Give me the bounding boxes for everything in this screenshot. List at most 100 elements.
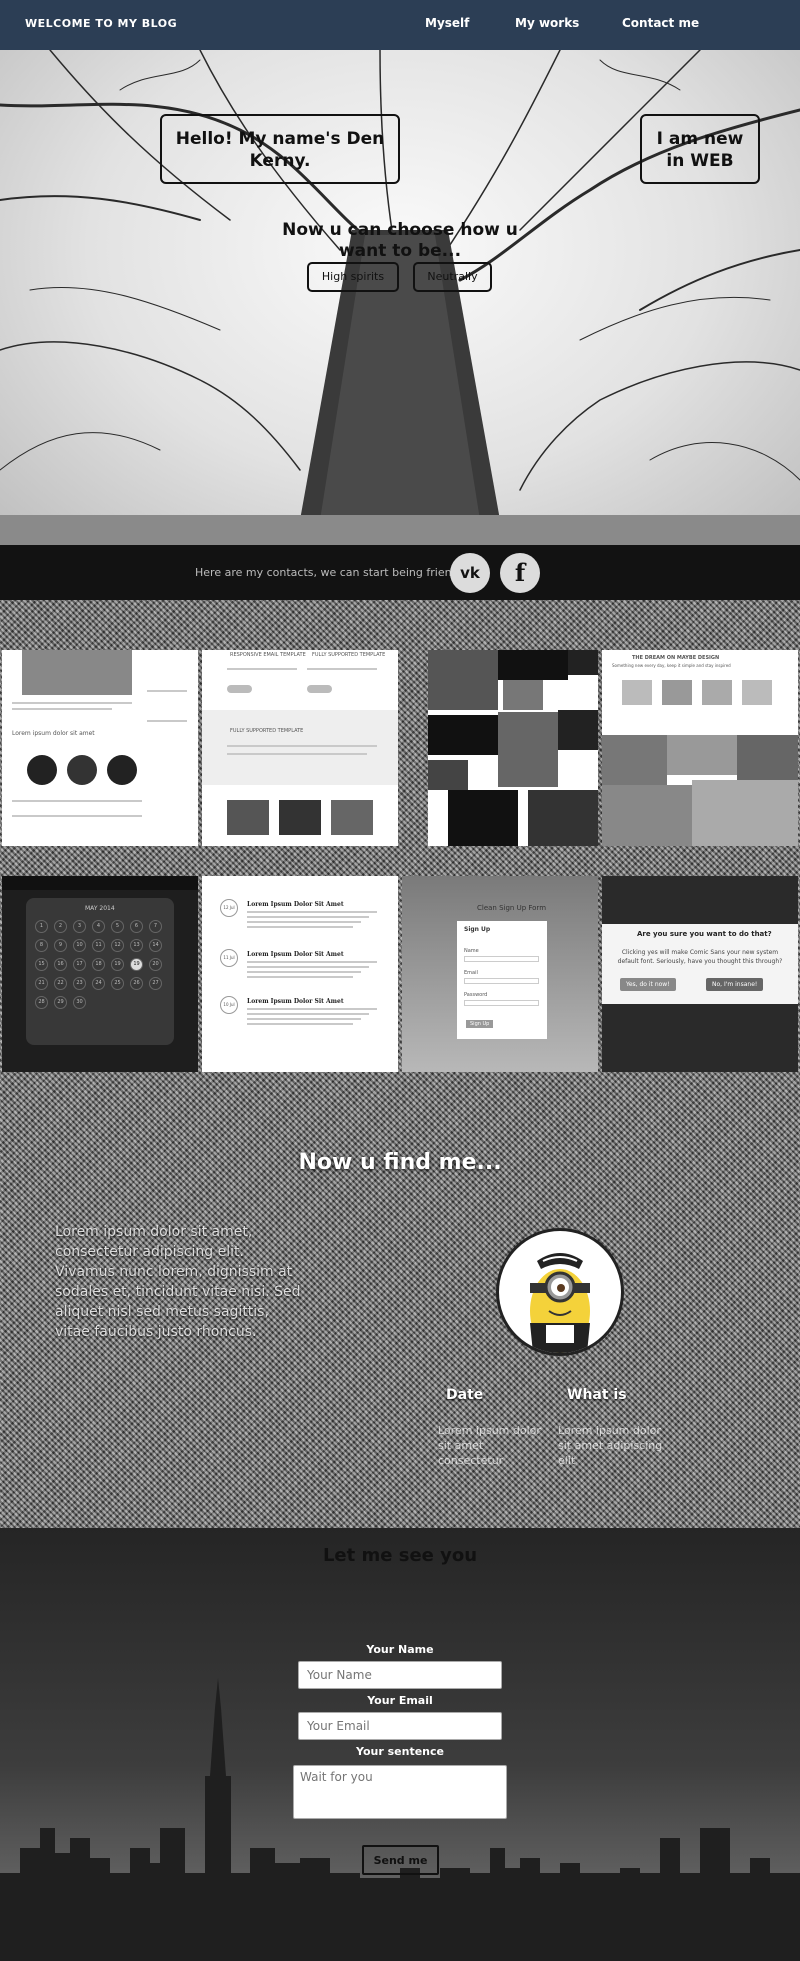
about-text: Lorem ipsum dolor sit amet, consectetur … bbox=[55, 1224, 301, 1340]
calendar-day: 19 bbox=[111, 958, 124, 971]
calendar-day: 27 bbox=[149, 977, 162, 990]
send-me-button[interactable]: Send me bbox=[362, 1845, 439, 1875]
calendar-day: 10 bbox=[73, 939, 86, 952]
neutrally-button[interactable]: Neutrally bbox=[413, 262, 492, 292]
calendar-day: 28 bbox=[35, 996, 48, 1009]
work-thumb-3[interactable] bbox=[428, 650, 598, 846]
vk-icon[interactable]: vk bbox=[450, 553, 490, 593]
blog-post-text-line bbox=[247, 1023, 353, 1025]
what-is-text: Lorem ipsum dolor sit amet adipiscing el… bbox=[558, 1424, 663, 1467]
signup-heading: Clean Sign Up Form bbox=[477, 904, 547, 912]
calendar-day: 3 bbox=[73, 920, 86, 933]
work-thumb-2[interactable]: RESPONSIVE EMAIL TEMPLATE FULLY SUPPORTE… bbox=[202, 650, 398, 846]
nav-link-myself[interactable]: Myself bbox=[425, 16, 469, 30]
blog-post-date: 11 Jul bbox=[220, 949, 238, 967]
date-text: Lorem ipsum dolor sit amet consectetur bbox=[438, 1424, 541, 1467]
calendar-day: 16 bbox=[54, 958, 67, 971]
blog-post-text-line bbox=[247, 921, 361, 923]
work-thumb-7[interactable]: Clean Sign Up Form Sign Up Name Email Pa… bbox=[402, 876, 598, 1072]
calendar-day: 2 bbox=[54, 920, 67, 933]
blog-post-text-line bbox=[247, 911, 377, 913]
dialog-yes-button: Yes, do it now! bbox=[620, 978, 676, 991]
dialog-title: Are you sure you want to do that? bbox=[637, 930, 772, 938]
calendar-day: 23 bbox=[73, 977, 86, 990]
blog-post-text-line bbox=[247, 1018, 361, 1020]
contacts-strip: Here are my contacts, we can start being… bbox=[0, 545, 800, 600]
calendar-day: 7 bbox=[149, 920, 162, 933]
signup-field-password: Password bbox=[464, 992, 488, 998]
signup-button: Sign Up bbox=[466, 1020, 494, 1028]
what-is-heading: What is bbox=[567, 1387, 627, 1403]
contacts-text: Here are my contacts, we can start being… bbox=[195, 566, 465, 579]
blog-post-text-line bbox=[247, 976, 353, 978]
thumb1-caption: Lorem ipsum dolor sit amet bbox=[12, 730, 95, 737]
choose-mood-heading: Now u can choose how u want to be... bbox=[282, 220, 518, 261]
calendar-day: 29 bbox=[54, 996, 67, 1009]
calendar-day: 17 bbox=[73, 958, 86, 971]
calendar-day: 13 bbox=[130, 939, 143, 952]
calendar-day: 8 bbox=[35, 939, 48, 952]
blog-post-text-line bbox=[247, 966, 369, 968]
minion-avatar bbox=[496, 1228, 624, 1356]
work-thumb-6[interactable]: 12 Jul Lorem Ipsum Dolor Sit Amet 11 Jul Lo… bbox=[202, 876, 398, 1072]
brand-title[interactable]: WELCOME TO MY BLOG bbox=[25, 17, 177, 30]
find-me-heading: Now u find me... bbox=[298, 1150, 502, 1175]
calendar-day: 21 bbox=[35, 977, 48, 990]
thumb4-subtitle: Something new every day, keep it simple … bbox=[612, 663, 731, 668]
calendar-month: MAY 2014 bbox=[85, 905, 115, 912]
signup-field-name: Name bbox=[464, 948, 479, 954]
calendar-day: 25 bbox=[111, 977, 124, 990]
dialog-body: Clicking yes will make Comic Sans your n… bbox=[617, 949, 783, 965]
thumb2-right-title: FULLY SUPPORTED TEMPLATE bbox=[312, 652, 386, 658]
hero-section: Hello! My name's Den Kerny. I am new in … bbox=[0, 50, 800, 545]
calendar-day: 14 bbox=[149, 939, 162, 952]
thumb2-left-title: RESPONSIVE EMAIL TEMPLATE bbox=[230, 652, 306, 658]
blog-post-date: 12 Jul bbox=[220, 899, 238, 917]
calendar-day: 19 bbox=[130, 958, 143, 971]
email-input[interactable] bbox=[298, 1712, 502, 1740]
calendar-day: 20 bbox=[149, 958, 162, 971]
thumb4-title: THE DREAM ON MAYBE DESIGN bbox=[632, 655, 720, 661]
date-heading: Date bbox=[446, 1387, 484, 1403]
blog-post-text-line bbox=[247, 971, 361, 973]
blog-post-date: 10 Jul bbox=[220, 996, 238, 1014]
work-thumb-1[interactable]: Lorem ipsum dolor sit amet bbox=[2, 650, 198, 846]
email-label: Your Email bbox=[367, 1694, 433, 1707]
work-thumb-4[interactable]: THE DREAM ON MAYBE DESIGN Something new … bbox=[602, 650, 798, 846]
calendar-day: 5 bbox=[111, 920, 124, 933]
blog-post-text-line bbox=[247, 916, 369, 918]
calendar-day: 24 bbox=[92, 977, 105, 990]
blog-post-text-line bbox=[247, 1008, 377, 1010]
high-spirits-button[interactable]: High spirits bbox=[307, 262, 399, 292]
sentence-textarea[interactable] bbox=[293, 1765, 507, 1819]
nav-link-contact-me[interactable]: Contact me bbox=[622, 16, 699, 30]
blog-post-title: Lorem Ipsum Dolor Sit Amet bbox=[247, 998, 344, 1005]
calendar-day: 18 bbox=[92, 958, 105, 971]
calendar-day: 26 bbox=[130, 977, 143, 990]
signup-field-email: Email bbox=[464, 970, 478, 976]
blog-post-text-line bbox=[247, 926, 353, 928]
blog-post-title: Lorem Ipsum Dolor Sit Amet bbox=[247, 901, 344, 908]
thumb2-mid-title: FULLY SUPPORTED TEMPLATE bbox=[230, 728, 304, 734]
form-title: Let me see you bbox=[322, 1545, 478, 1566]
greeting-box: Hello! My name's Den Kerny. bbox=[160, 114, 400, 184]
blog-post-text-line bbox=[247, 961, 377, 963]
calendar-day: 4 bbox=[92, 920, 105, 933]
calendar-day: 11 bbox=[92, 939, 105, 952]
calendar-day: 9 bbox=[54, 939, 67, 952]
calendar-day: 1 bbox=[35, 920, 48, 933]
work-thumb-8[interactable]: Are you sure you want to do that? Clicki… bbox=[602, 876, 798, 1072]
dialog-no-button: No, I'm insane! bbox=[706, 978, 764, 991]
blog-post-text-line bbox=[247, 1013, 369, 1015]
new-in-web-box: I am new in WEB bbox=[640, 114, 760, 184]
work-thumb-5[interactable]: MAY 2014 1 2 3 4 5 6 7 8 9 10 11 12 13 14 15 16 17 18 19 19… bbox=[2, 876, 198, 1072]
facebook-icon[interactable]: f bbox=[500, 553, 540, 593]
calendar-day: 30 bbox=[73, 996, 86, 1009]
nav-link-my-works[interactable]: My works bbox=[515, 16, 579, 30]
top-navbar: WELCOME TO MY BLOG Myself My works Conta… bbox=[0, 0, 800, 50]
calendar-day: 22 bbox=[54, 977, 67, 990]
signup-box-title: Sign Up bbox=[464, 926, 491, 933]
sentence-label: Your sentence bbox=[356, 1745, 444, 1758]
name-input[interactable] bbox=[298, 1661, 502, 1689]
calendar-day: 6 bbox=[130, 920, 143, 933]
